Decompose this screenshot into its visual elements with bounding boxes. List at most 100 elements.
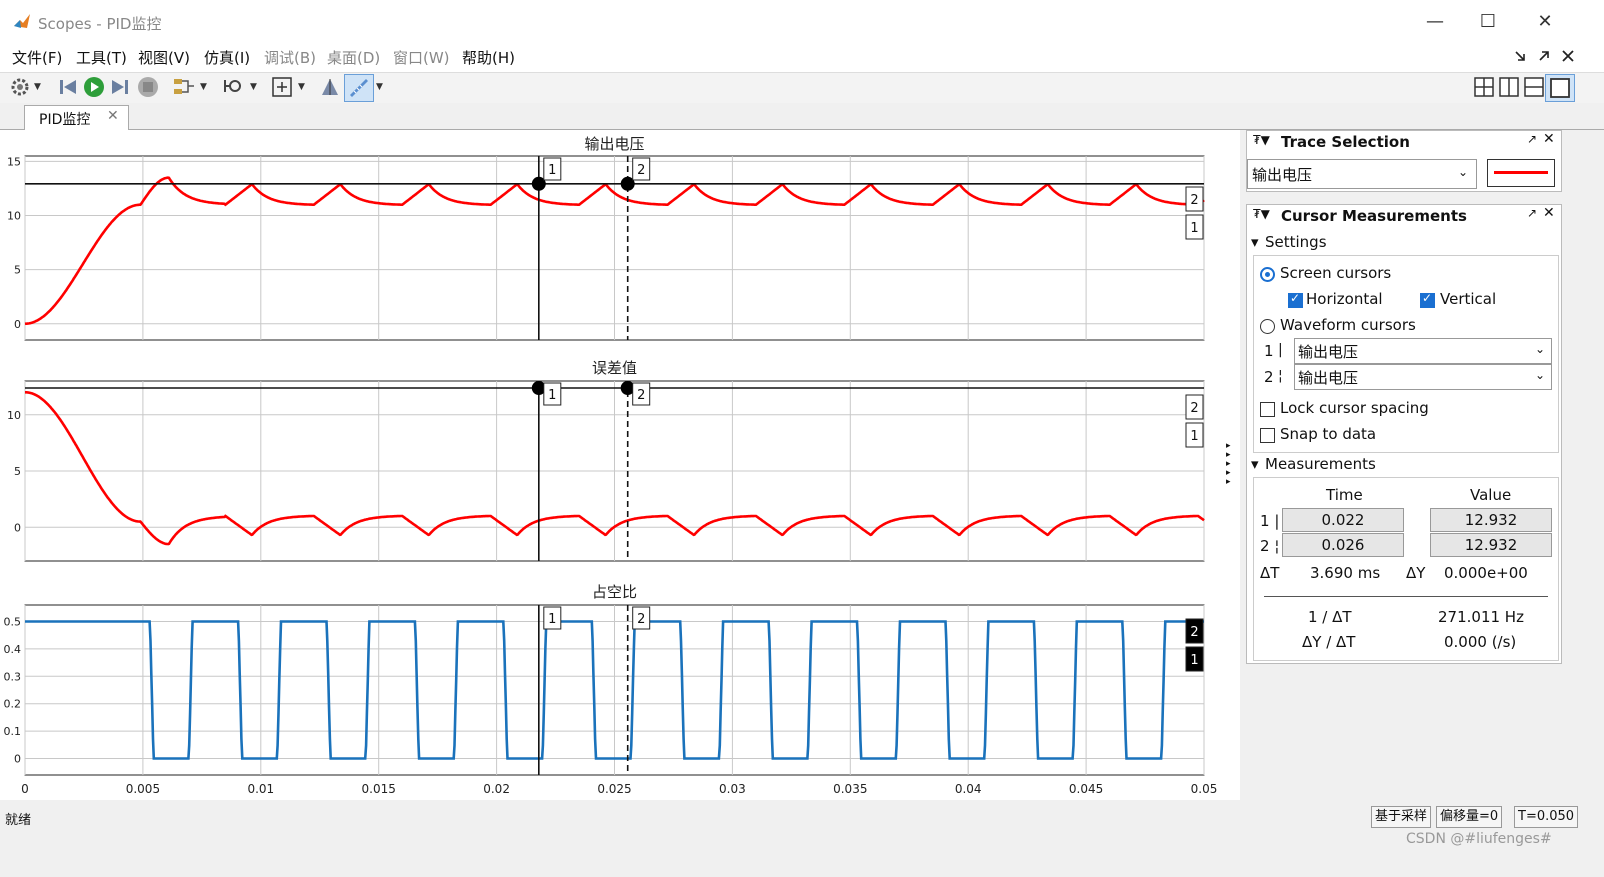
y-tick-label: 10: [7, 210, 21, 223]
y-tick-label: 0.5: [4, 615, 22, 628]
screen-cursors-label: Screen cursors: [1280, 264, 1392, 282]
row1-number: 1: [1260, 512, 1270, 530]
cursor-measure-button[interactable]: [344, 74, 374, 102]
subplot-title: 输出电压: [584, 135, 644, 153]
cursor1-signal-select[interactable]: 输出电压 ⌄: [1294, 338, 1552, 364]
menu-window[interactable]: 窗口(W): [393, 47, 450, 68]
cursor-2-flag-label: 2: [637, 163, 645, 178]
measurements-section-label: Measurements: [1265, 455, 1376, 473]
measurements-section-toggle[interactable]: ▾: [1251, 455, 1259, 473]
row2-value-cell: 12.932: [1430, 533, 1552, 557]
highlight-icon[interactable]: [318, 75, 342, 99]
row1-value-cell: 12.932: [1430, 508, 1552, 532]
undock-panel-icon[interactable]: ↗: [1527, 132, 1537, 146]
layout-2x2-icon[interactable]: [1472, 75, 1496, 99]
layout-columns-icon[interactable]: [1497, 75, 1521, 99]
x-tick-label: 0.005: [126, 782, 160, 796]
x-tick-label: 0.025: [597, 782, 631, 796]
autoscale-icon[interactable]: [270, 75, 294, 99]
solid-cursor-icon: |: [1278, 342, 1283, 358]
divider: [1264, 596, 1548, 597]
row1-time-cell: 0.022: [1282, 508, 1404, 532]
y-tick-label: 0.4: [4, 643, 22, 656]
chevron-down-icon: ⌄: [1535, 368, 1546, 382]
menu-tools[interactable]: 工具(T): [76, 47, 127, 68]
waveform-cursors-radio[interactable]: [1260, 319, 1275, 334]
pin-icon[interactable]: ₮▼: [1253, 207, 1270, 221]
menu-help[interactable]: 帮助(H): [462, 47, 515, 68]
menu-file[interactable]: 文件(F): [12, 47, 62, 68]
cursor1-number: 1: [1264, 342, 1274, 360]
close-button[interactable]: ✕: [1525, 8, 1565, 36]
title-bar: Scopes - PID监控 — ☐ ✕: [0, 0, 1604, 44]
close-panel-icon[interactable]: ✕: [1543, 131, 1555, 147]
snap-to-data-checkbox[interactable]: [1260, 428, 1275, 443]
layout-single-icon: [1550, 78, 1570, 98]
trace-line-style[interactable]: [1487, 159, 1555, 187]
delta-t-label: ΔT: [1260, 564, 1280, 582]
settings-icon[interactable]: [8, 75, 32, 99]
y-tick-label: 0: [14, 318, 21, 331]
y-tick-label: 0.1: [4, 725, 22, 738]
cursor-2-flag-label: 2: [637, 612, 645, 627]
undock-icon[interactable]: [1536, 48, 1552, 64]
trace-line-swatch: [1494, 171, 1548, 174]
tab-close-icon[interactable]: ✕: [107, 108, 119, 124]
run-icon[interactable]: [82, 75, 106, 99]
x-tick-label: 0.035: [833, 782, 867, 796]
cursor-measure-dropdown-icon[interactable]: ▼: [376, 82, 383, 92]
maximize-button[interactable]: ☐: [1468, 8, 1508, 36]
menu-view[interactable]: 视图(V): [138, 47, 190, 68]
settings-dropdown-icon[interactable]: ▼: [34, 82, 41, 92]
x-tick-label: 0: [21, 782, 29, 796]
delta-y-value: 0.000e+00: [1444, 564, 1528, 582]
horizontal-checkbox[interactable]: ✓: [1288, 291, 1303, 308]
panel-collapse-handle[interactable]: ▸ ▸ ▸ ▸ ▸: [1226, 442, 1236, 490]
tab-pid-monitor[interactable]: PID监控 ✕: [24, 105, 129, 130]
zoom-dropdown-icon[interactable]: ▼: [250, 82, 257, 92]
menu-simulation[interactable]: 仿真(I): [204, 47, 250, 68]
zoom-icon[interactable]: [222, 75, 246, 99]
watermark: CSDN @#liufenges#: [1406, 831, 1552, 847]
step-back-icon[interactable]: [56, 75, 80, 99]
close-icon[interactable]: [1560, 48, 1576, 64]
x-tick-label: 0.01: [247, 782, 274, 796]
pin-icon[interactable]: ₮▼: [1253, 133, 1270, 147]
trace-selection-title: Trace Selection: [1281, 133, 1410, 151]
x-tick-label: 0.03: [719, 782, 746, 796]
screen-cursors-radio[interactable]: [1260, 267, 1275, 282]
chevron-down-icon: ⌄: [1458, 165, 1469, 179]
y-tick-label: 15: [7, 155, 21, 168]
settings-section-toggle[interactable]: ▾: [1251, 233, 1259, 251]
menu-desktop[interactable]: 桌面(D): [327, 47, 380, 68]
menu-debug[interactable]: 调试(B): [264, 47, 316, 68]
lock-spacing-checkbox[interactable]: [1260, 402, 1275, 417]
vertical-checkbox[interactable]: ✓: [1420, 291, 1435, 308]
cursor2-signal-select[interactable]: 输出电压 ⌄: [1294, 364, 1552, 390]
minimize-button[interactable]: —: [1415, 8, 1455, 36]
layout-single-button[interactable]: [1545, 74, 1575, 102]
horizontal-cursor-flag-label: 1: [1190, 221, 1198, 236]
autoscale-dropdown-icon[interactable]: ▼: [298, 82, 305, 92]
step-forward-icon[interactable]: [108, 75, 132, 99]
signal-icon[interactable]: [172, 75, 196, 99]
time-column-header: Time: [1326, 486, 1363, 504]
cursor-measurements-panel: ₮▼ Cursor Measurements ↗ ✕ ▾ Settings Sc…: [1246, 204, 1562, 664]
y-tick-label: 5: [14, 465, 21, 478]
undock-panel-icon[interactable]: ↗: [1527, 206, 1537, 220]
y-tick-label: 10: [7, 409, 21, 422]
dock-icon[interactable]: [1512, 48, 1528, 64]
horizontal-cursor-flag-label: 2: [1190, 625, 1198, 640]
close-panel-icon[interactable]: ✕: [1543, 205, 1555, 221]
row2-label: 2 ¦: [1260, 537, 1280, 555]
settings-group: Screen cursors ✓ Horizontal ✓ Vertical W…: [1253, 255, 1559, 453]
trace-signal-select[interactable]: 输出电压 ⌄: [1247, 159, 1477, 189]
cursor-1-flag-label: 1: [548, 612, 556, 627]
matlab-logo-icon: [14, 14, 30, 28]
y-tick-label: 5: [14, 264, 21, 277]
signal-dropdown-icon[interactable]: ▼: [200, 82, 207, 92]
measurements-table: Time Value 1 | 0.022 12.932 2 ¦ 0.026 12…: [1253, 477, 1559, 661]
scope-plot-area: 输出电压 15 10 5 0 1 2 2 1 误差值 10 5 0 1 2 2 1 占空比 0.5 0.4 0.3 0.2…: [0, 130, 1240, 800]
stop-icon[interactable]: [136, 75, 160, 99]
layout-rows-icon[interactable]: [1522, 75, 1546, 99]
